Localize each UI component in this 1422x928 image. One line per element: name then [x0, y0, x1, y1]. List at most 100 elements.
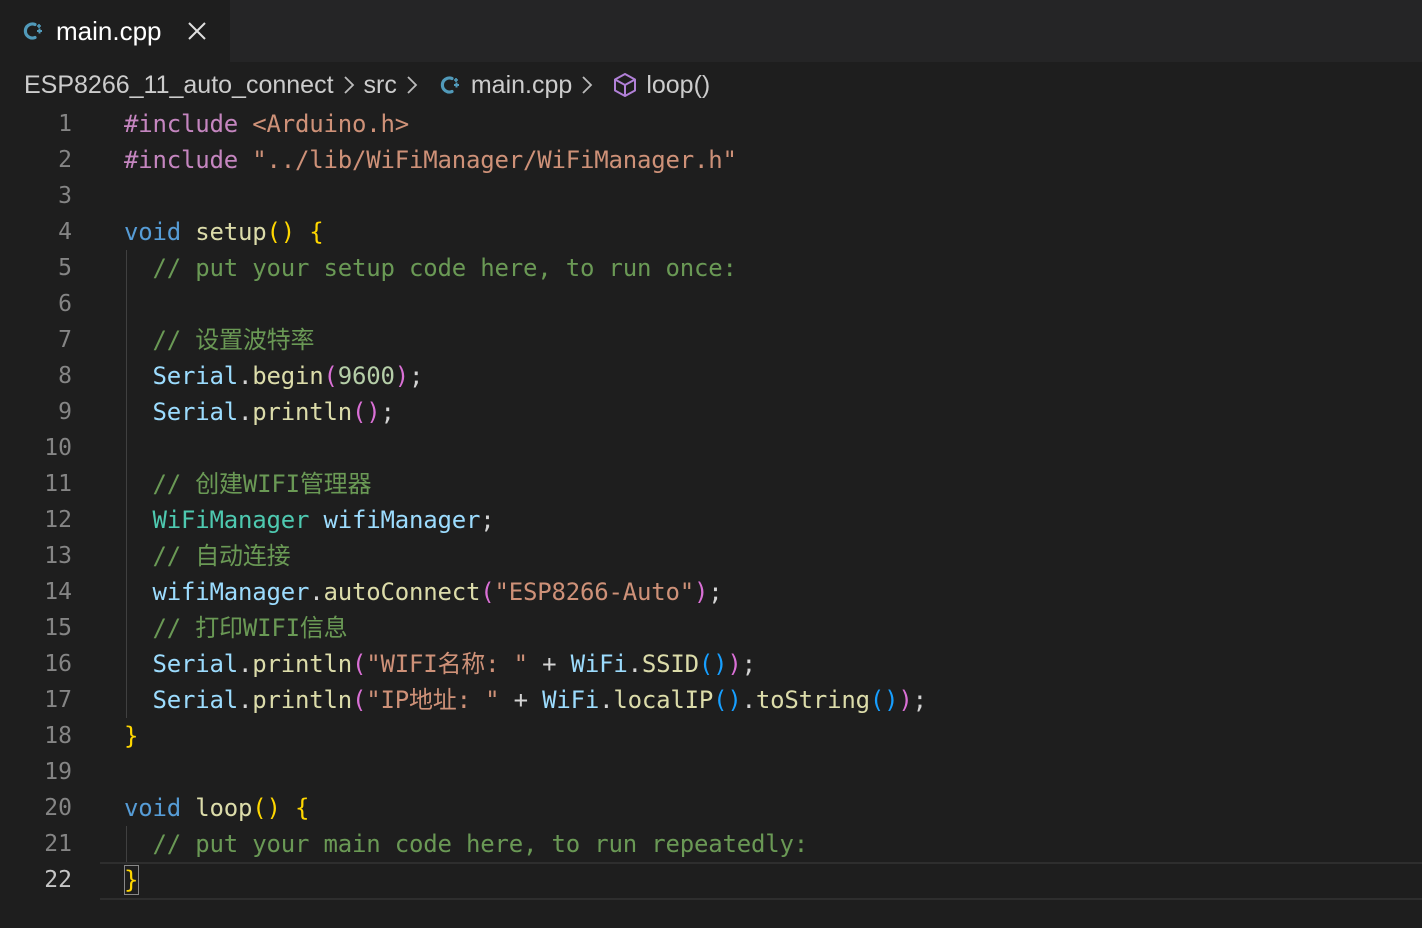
line-number: 4: [58, 219, 72, 245]
code-token: "../lib/WiFiManager/WiFiManager.h": [252, 146, 737, 174]
code-text: #include "../lib/WiFiManager/WiFiManager…: [124, 142, 737, 178]
breadcrumb-file[interactable]: main.cpp: [471, 71, 572, 100]
tab-title: main.cpp: [56, 15, 162, 46]
code-token: // put your main code here, to run repea…: [124, 830, 808, 858]
code-line[interactable]: 10: [0, 430, 1422, 466]
code-token: .: [238, 362, 253, 390]
line-number: 18: [44, 723, 72, 749]
code-line[interactable]: 19: [0, 754, 1422, 790]
line-number: 21: [44, 831, 72, 857]
breadcrumb-subfolder[interactable]: src: [364, 71, 397, 100]
code-token: (): [252, 794, 281, 822]
code-line[interactable]: 15 // 打印WIFI信息: [0, 610, 1422, 646]
code-line[interactable]: 20 void loop() {: [0, 790, 1422, 826]
code-token: "WIFI名称: ": [366, 650, 528, 678]
line-number: 13: [44, 543, 72, 569]
code-token: (): [869, 686, 899, 714]
code-text: Serial.println();: [124, 394, 395, 430]
breadcrumb-folder[interactable]: ESP8266_11_auto_connect: [24, 71, 334, 100]
code-text: // 打印WIFI信息: [124, 610, 347, 646]
code-editor[interactable]: 1 #include <Arduino.h> 2 #include "../lib/W…: [0, 106, 1422, 898]
code-token: #include: [124, 110, 238, 138]
line-number: 11: [44, 471, 72, 497]
code-token: ;: [409, 362, 424, 390]
line-number: 16: [44, 651, 72, 677]
code-line[interactable]: 12 WiFiManager wifiManager;: [0, 502, 1422, 538]
code-text: // 自动连接: [124, 538, 290, 574]
code-line[interactable]: 2 #include "../lib/WiFiManager/WiFiManage…: [0, 142, 1422, 178]
code-line[interactable]: 7 // 设置波特率: [0, 322, 1422, 358]
code-line[interactable]: 18}: [0, 718, 1422, 754]
chevron-right-icon: [401, 74, 423, 96]
code-token: .: [627, 650, 642, 678]
code-token: Serial: [152, 398, 239, 426]
code-token: }: [124, 722, 139, 750]
code-line[interactable]: 21 // put your main code here, to run re…: [0, 826, 1422, 862]
code-token: "IP地址: ": [366, 686, 500, 714]
code-token: // 设置波特率: [124, 326, 315, 354]
code-line[interactable]: 4 void setup() {: [0, 214, 1422, 250]
code-line[interactable]: 9 Serial.println();: [0, 394, 1422, 430]
code-text: WiFiManager wifiManager;: [124, 502, 495, 538]
breadcrumb-symbol[interactable]: loop(): [646, 71, 710, 100]
code-token: "ESP8266-Auto": [494, 578, 695, 606]
code-line[interactable]: 3: [0, 178, 1422, 214]
code-token: WiFi: [542, 686, 600, 714]
code-text: Serial.println("IP地址: " + WiFi.localIP()…: [124, 682, 928, 718]
code-token: Serial: [152, 362, 239, 390]
code-token: setup: [195, 218, 267, 246]
line-number: 19: [44, 759, 72, 785]
line-number: 22: [44, 867, 72, 893]
code-token: .: [238, 686, 253, 714]
code-line[interactable]: 8 Serial.begin(9600);: [0, 358, 1422, 394]
code-token: begin: [252, 362, 324, 390]
code-token: println: [252, 650, 352, 678]
code-line[interactable]: 5 // put your setup code here, to run on…: [0, 250, 1422, 286]
code-line[interactable]: 1 #include <Arduino.h>: [0, 106, 1422, 142]
code-token: // 创建WIFI管理器: [124, 470, 372, 498]
code-line[interactable]: 13 // 自动连接: [0, 538, 1422, 574]
line-number: 10: [44, 435, 72, 461]
code-token: Serial: [152, 650, 239, 678]
code-line[interactable]: 22}: [0, 862, 1422, 898]
line-number: 7: [58, 327, 72, 353]
code-line[interactable]: 17 Serial.println("IP地址: " + WiFi.localI…: [0, 682, 1422, 718]
line-number: 8: [58, 363, 72, 389]
code-line[interactable]: 16 Serial.println("WIFI名称: " + WiFi.SSID…: [0, 646, 1422, 682]
code-text: // put your main code here, to run repea…: [124, 826, 808, 862]
code-token: .: [238, 650, 253, 678]
code-token: // put your setup code here, to run once…: [124, 254, 737, 282]
tab-main-cpp[interactable]: main.cpp: [0, 0, 230, 62]
close-icon[interactable]: [186, 20, 208, 42]
code-token: (: [352, 650, 367, 678]
line-number: 5: [58, 255, 72, 281]
tab-bar: main.cpp: [0, 0, 1422, 62]
code-token: ;: [380, 398, 395, 426]
code-token: wifiManager: [152, 578, 310, 606]
code-token: <Arduino.h>: [252, 110, 409, 138]
code-token: WiFiManager: [152, 506, 310, 534]
code-token: ;: [741, 650, 756, 678]
code-token: (): [352, 398, 381, 426]
code-token: +: [499, 686, 543, 714]
code-token: 9600: [337, 362, 395, 390]
cpp-file-icon: [437, 72, 463, 98]
code-token: SSID: [641, 650, 699, 678]
line-number: 20: [44, 795, 72, 821]
indent-guide: [126, 250, 127, 718]
code-line[interactable]: 11 // 创建WIFI管理器: [0, 466, 1422, 502]
code-token: void: [124, 218, 181, 246]
code-line[interactable]: 6: [0, 286, 1422, 322]
code-line[interactable]: 14 wifiManager.autoConnect("ESP8266-Auto…: [0, 574, 1422, 610]
code-token: println: [252, 398, 352, 426]
breadcrumb: ESP8266_11_auto_connect src main.cpp loo…: [24, 66, 710, 104]
code-token: // 自动连接: [124, 542, 291, 570]
code-token: (: [352, 686, 367, 714]
